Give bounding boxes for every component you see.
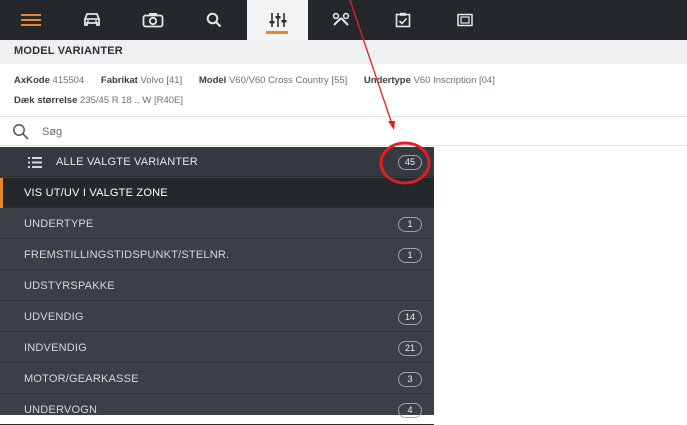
variant-item-label: UDVENDIG (24, 311, 84, 323)
list-icon (28, 157, 42, 168)
variant-item-interior[interactable]: INDVENDIG 21 (0, 333, 434, 363)
camera-button[interactable] (122, 0, 183, 40)
checklist-button[interactable] (372, 0, 433, 40)
variant-item-engine-gearbox[interactable]: MOTOR/GEARKASSE 3 (0, 364, 434, 394)
model-value: V60/V60 Cross Country [55] (228, 75, 348, 86)
all-selected-variants-item[interactable]: ALLE VALGTE VARIANTER 45 (0, 147, 434, 177)
vehicle-info-row-2: Dæk størrelse 235/45 R 18 .. W [R40E] (14, 95, 183, 106)
model-header: MODEL VARIANTER (0, 40, 687, 64)
model-label: Model (198, 75, 227, 86)
fabrikat-label: Fabrikat (100, 75, 138, 86)
variant-item-count: 1 (398, 217, 422, 232)
fabrikat-value: Volvo [41] (140, 75, 183, 86)
variant-item-count: 21 (398, 341, 422, 356)
car-button[interactable] (61, 0, 122, 40)
variant-item-count: 14 (398, 310, 422, 325)
variant-item-label: FREMSTILLINGSTIDSPUNKT/STELNR. (24, 249, 230, 261)
image-button[interactable] (434, 0, 495, 40)
variant-item-count: 4 (398, 403, 422, 418)
page-title: MODEL VARIANTER (14, 45, 123, 57)
checklist-icon (395, 12, 410, 28)
undertype-label: Undertype (363, 75, 411, 86)
tire-size-value: 235/45 R 18 .. W [R40E] (80, 95, 183, 106)
axkode-value: 415504 (52, 75, 85, 86)
vehicle-info-row-1: AxKode 415504 Fabrikat Volvo [41] Model … (14, 75, 495, 86)
menu-icon (20, 14, 41, 26)
variant-item-production-date[interactable]: FREMSTILLINGSTIDSPUNKT/STELNR. 1 (0, 240, 434, 270)
image-icon (456, 13, 473, 27)
car-icon (83, 13, 100, 26)
variant-item-label: MOTOR/GEARKASSE (24, 373, 139, 385)
all-selected-variants-label: ALLE VALGTE VARIANTER (56, 156, 198, 168)
variant-item-count: 1 (398, 248, 422, 263)
variant-item-label: UNDERVOGN (24, 404, 98, 416)
variant-item-undertype[interactable]: UNDERTYPE 1 (0, 209, 434, 239)
camera-icon (142, 13, 163, 28)
menu-button[interactable] (0, 0, 61, 40)
variant-item-exterior[interactable]: UDVENDIG 14 (0, 302, 434, 332)
variant-item-count: 3 (398, 372, 422, 387)
search-icon (13, 124, 29, 140)
variant-item-equipment-package[interactable]: UDSTYRSPAKKE (0, 271, 434, 301)
vehicle-info: AxKode 415504 Fabrikat Volvo [41] Model … (0, 64, 687, 116)
variant-item-label: UDSTYRSPAKKE (24, 280, 115, 292)
undertype-value: V60 Inscription [04] (413, 75, 495, 86)
axkode-label: AxKode (14, 75, 50, 86)
search-icon (206, 12, 221, 28)
show-zone-label: VIS UT/UV I VALGTE ZONE (24, 187, 168, 199)
variant-item-label: INDVENDIG (24, 342, 87, 354)
variant-item-chassis[interactable]: UNDERVOGN 4 (0, 395, 434, 425)
variants-tab-button[interactable] (247, 0, 308, 40)
tools-button[interactable] (310, 0, 371, 40)
search-input[interactable] (40, 122, 424, 142)
show-zone-item[interactable]: VIS UT/UV I VALGTE ZONE (0, 178, 434, 208)
tire-size-label: Dæk størrelse (14, 95, 78, 106)
all-selected-variants-count: 45 (398, 155, 422, 170)
search-bar (0, 116, 687, 146)
top-toolbar (0, 0, 687, 40)
active-indicator (0, 178, 3, 208)
tools-icon (332, 12, 349, 26)
search-button[interactable] (183, 0, 244, 40)
variant-item-label: UNDERTYPE (24, 218, 94, 230)
sliders-icon (269, 13, 286, 27)
variant-panel: ALLE VALGTE VARIANTER 45 VIS UT/UV I VAL… (0, 147, 434, 425)
